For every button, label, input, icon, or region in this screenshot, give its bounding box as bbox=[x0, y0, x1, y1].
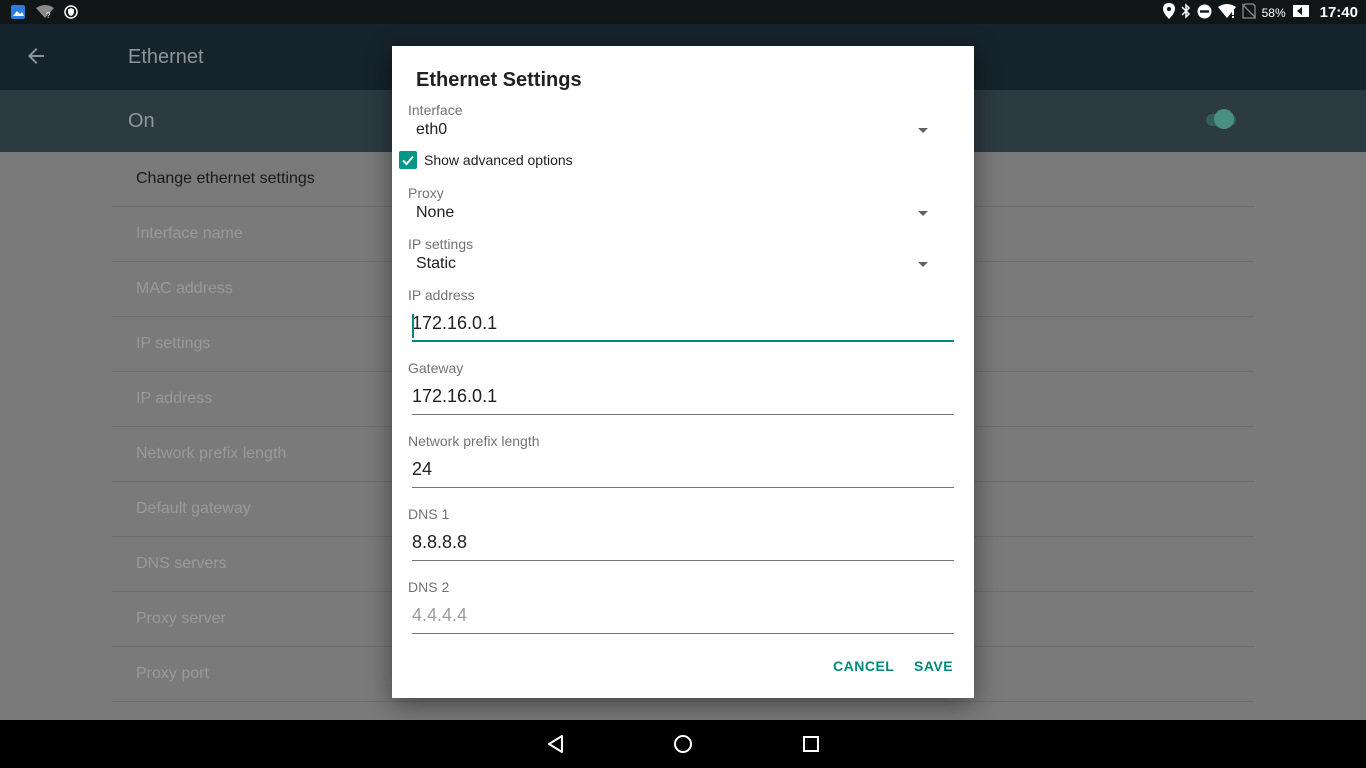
battery-icon bbox=[1292, 4, 1310, 21]
dns2-input[interactable] bbox=[412, 600, 954, 634]
switch-thumb[interactable] bbox=[1214, 109, 1234, 129]
list-item-label: Proxy port bbox=[136, 665, 209, 682]
clock: 17:40 bbox=[1319, 4, 1358, 21]
bluetooth-icon bbox=[1181, 3, 1191, 22]
no-sim-icon bbox=[1241, 3, 1257, 22]
list-item-label: IP settings bbox=[136, 335, 211, 352]
list-item-label: Proxy server bbox=[136, 610, 226, 627]
text-cursor bbox=[412, 314, 414, 338]
page-title: Ethernet bbox=[128, 46, 204, 68]
ip-settings-spinner[interactable]: Static bbox=[408, 252, 958, 278]
dns2-label: DNS 2 bbox=[408, 579, 450, 595]
gallery-icon bbox=[10, 4, 26, 25]
nav-recents-icon[interactable] bbox=[799, 732, 823, 756]
dropdown-caret-icon bbox=[918, 262, 928, 267]
ip-settings-label: IP settings bbox=[408, 236, 474, 252]
proxy-label: Proxy bbox=[408, 185, 444, 201]
dns1-label: DNS 1 bbox=[408, 506, 450, 522]
master-switch-label: On bbox=[128, 110, 155, 132]
proxy-spinner[interactable]: None bbox=[408, 201, 958, 227]
interface-spinner[interactable]: eth0 bbox=[408, 118, 958, 144]
list-item-label: Interface name bbox=[136, 225, 243, 242]
navigation-bar bbox=[0, 720, 1366, 768]
advanced-options-label: Show advanced options bbox=[424, 152, 573, 168]
gateway-label: Gateway bbox=[408, 360, 464, 376]
list-item-label: Default gateway bbox=[136, 500, 251, 517]
gateway-input[interactable] bbox=[412, 381, 954, 415]
list-item-label: IP address bbox=[136, 390, 213, 407]
ethernet-settings-dialog: Ethernet Settings Interface eth0 Show ad… bbox=[392, 46, 974, 698]
dropdown-caret-icon bbox=[918, 128, 928, 133]
ip-address-input[interactable] bbox=[412, 308, 954, 342]
svg-text:?: ? bbox=[46, 11, 51, 19]
back-arrow-icon[interactable] bbox=[24, 44, 48, 68]
location-icon bbox=[1162, 3, 1175, 22]
list-item-label: DNS servers bbox=[136, 555, 227, 572]
advanced-options-checkbox[interactable] bbox=[399, 151, 417, 169]
battery-percent: 58% bbox=[1261, 5, 1286, 20]
prefix-length-label: Network prefix length bbox=[408, 433, 540, 449]
ip-settings-value: Static bbox=[416, 255, 457, 272]
dropdown-caret-icon bbox=[918, 211, 928, 216]
list-item-label: MAC address bbox=[136, 280, 233, 297]
nav-home-icon[interactable] bbox=[671, 732, 695, 756]
shield-icon bbox=[64, 5, 78, 24]
wifi-icon bbox=[1217, 4, 1236, 21]
advanced-options-row[interactable]: Show advanced options bbox=[399, 150, 573, 170]
dns1-input[interactable] bbox=[412, 527, 954, 561]
prefix-length-input[interactable] bbox=[412, 454, 954, 488]
proxy-value: None bbox=[416, 204, 455, 221]
list-header-label: Change ethernet settings bbox=[136, 170, 315, 187]
interface-value: eth0 bbox=[416, 121, 448, 138]
do-not-disturb-icon bbox=[1197, 4, 1212, 22]
nav-back-icon[interactable] bbox=[544, 732, 568, 756]
dialog-title: Ethernet Settings bbox=[416, 69, 582, 91]
save-button[interactable]: SAVE bbox=[914, 658, 953, 674]
status-bar: ? 58% 17:40 bbox=[0, 0, 1366, 24]
ip-address-label: IP address bbox=[408, 287, 475, 303]
cancel-button[interactable]: CANCEL bbox=[833, 658, 894, 674]
wifi-unknown-icon: ? bbox=[36, 5, 54, 24]
interface-label: Interface bbox=[408, 102, 463, 118]
list-item-label: Network prefix length bbox=[136, 445, 287, 462]
